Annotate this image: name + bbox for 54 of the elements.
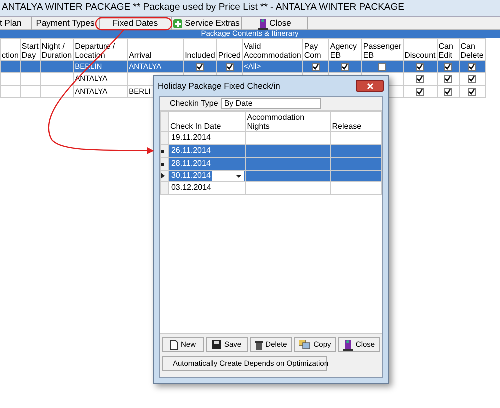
page-icon [170, 340, 178, 350]
date-field[interactable]: 30.11.2014 [170, 171, 244, 181]
input-field[interactable]: By Date [221, 98, 322, 109]
plus-icon [173, 18, 184, 28]
column-header: Night / Duration [40, 38, 74, 60]
door-icon [258, 18, 268, 30]
checked-checkbox[interactable] [416, 75, 424, 84]
checked-checkbox[interactable] [312, 63, 320, 72]
grid-row[interactable]: 19.11.2014 [160, 132, 382, 144]
checked-checkbox[interactable] [468, 88, 476, 96]
field-label: Checkin Type [170, 98, 218, 110]
column-header: Valid Accommodation [242, 38, 303, 60]
current-row-icon [161, 173, 165, 179]
checked-checkbox[interactable] [196, 63, 204, 72]
checked-checkbox[interactable] [468, 63, 476, 72]
checked-checkbox[interactable] [444, 88, 452, 96]
column-header: Accommodation Nights [246, 112, 331, 132]
checkbox[interactable] [378, 63, 386, 72]
table-cell: 03.12.2014 [170, 183, 212, 192]
column-header: Agency EB [328, 38, 362, 60]
column-header: Check In Date [168, 112, 246, 132]
selected-row-icon [161, 150, 164, 152]
copy-icon [298, 340, 311, 350]
column-header: Arrival [128, 38, 184, 60]
table-cell: 26.11.2014 [170, 146, 211, 155]
column-header: Start Day [20, 38, 40, 60]
grid-row[interactable]: 03.12.2014 [160, 182, 382, 194]
grid-row[interactable]: 28.11.2014 [160, 158, 382, 170]
column-header: Passenger EB [362, 38, 404, 60]
door-icon [342, 338, 353, 350]
column-header: Priced [216, 38, 242, 60]
column-header: Discount [403, 38, 438, 60]
checked-checkbox[interactable] [444, 63, 452, 72]
checked-checkbox[interactable] [468, 75, 476, 84]
column-header: Included [184, 38, 217, 60]
checked-checkbox[interactable] [226, 63, 234, 72]
table-cell: 19.11.2014 [170, 133, 211, 142]
column-header: Pay Com [302, 38, 329, 60]
window-title: ANTALYA WINTER PACKAGE ** Package used by Price List ** - ANTALYA WINTER PACKAGE [2, 0, 404, 15]
checked-checkbox[interactable] [416, 88, 424, 96]
grid-row[interactable]: 30.11.2014 [160, 170, 382, 182]
bin-icon [254, 340, 263, 350]
grid-row[interactable]: 26.11.2014 [160, 144, 382, 158]
checked-checkbox[interactable] [416, 63, 424, 72]
column-header: Release [330, 112, 382, 132]
close-icon [366, 82, 374, 90]
checked-checkbox[interactable] [444, 75, 452, 84]
selected-row-icon [161, 162, 164, 166]
close-button[interactable] [356, 80, 384, 92]
column-header: Can Delete [459, 38, 486, 60]
checked-checkbox[interactable] [341, 63, 350, 72]
table-cell: 28.11.2014 [170, 159, 211, 168]
column-header: Can Edit [437, 38, 460, 60]
column-header: ction [0, 38, 20, 60]
